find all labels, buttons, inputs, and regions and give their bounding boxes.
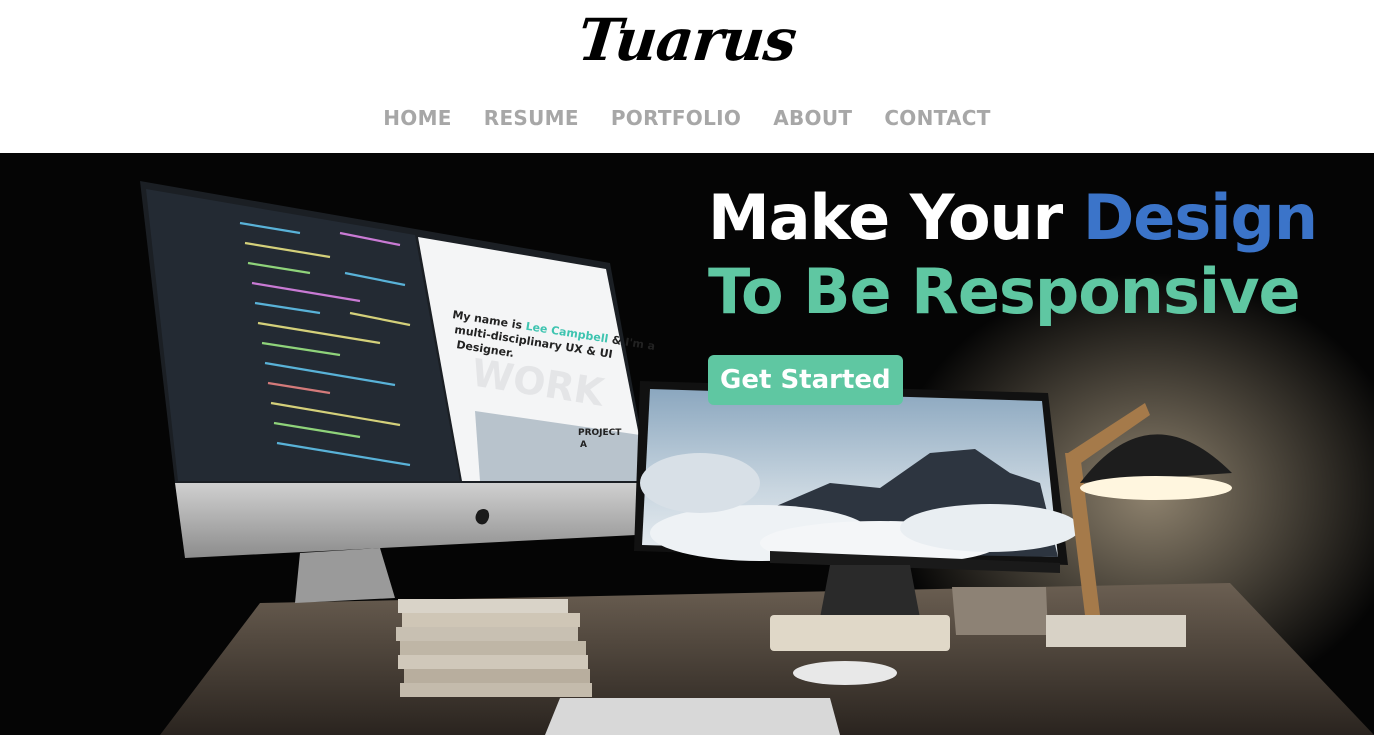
hero-section: My name is Lee Campbell & I'm a multi-di… [0, 153, 1374, 735]
nav-home[interactable]: HOME [383, 103, 452, 133]
site-logo[interactable]: Tuarus [0, 4, 1374, 76]
svg-text:A: A [580, 440, 587, 450]
main-nav: HOME RESUME PORTFOLIO ABOUT CONTACT [0, 103, 1374, 133]
headline-line-1: Make Your Design [708, 181, 1368, 255]
hero-headline: Make Your Design To Be Responsive [708, 181, 1368, 329]
keyboard [545, 698, 840, 735]
tray [770, 615, 950, 651]
imac-left: My name is Lee Campbell & I'm a multi-di… [140, 181, 675, 603]
site-header: Tuarus HOME RESUME PORTFOLIO ABOUT CONTA… [0, 0, 1374, 153]
mouse [793, 661, 897, 685]
nav-about[interactable]: ABOUT [773, 103, 852, 133]
svg-text:PROJECT: PROJECT [578, 428, 622, 438]
headline-part-1: Make Your [708, 181, 1083, 254]
nav-contact[interactable]: CONTACT [884, 103, 990, 133]
book-stack [396, 599, 592, 697]
headline-part-2: Design [1082, 181, 1318, 254]
headline-line-2: To Be Responsive [708, 255, 1301, 328]
concrete-box [952, 587, 1048, 635]
nav-portfolio[interactable]: PORTFOLIO [611, 103, 741, 133]
nav-resume[interactable]: RESUME [484, 103, 579, 133]
get-started-button[interactable]: Get Started [708, 355, 903, 405]
